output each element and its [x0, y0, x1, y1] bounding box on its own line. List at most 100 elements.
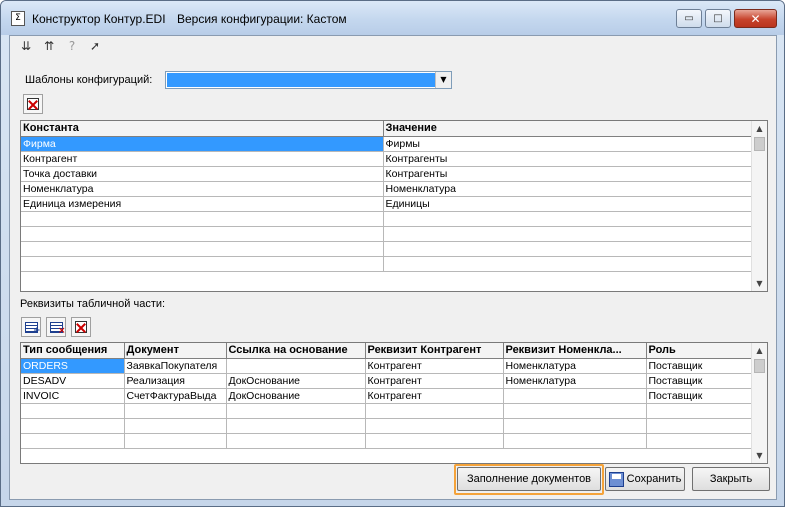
constants-cell[interactable]: Номенклатура: [383, 181, 753, 197]
column-header-base-link[interactable]: Ссылка на основание: [226, 343, 366, 359]
messages-cell[interactable]: ДокОснование: [226, 388, 366, 404]
messages-cell[interactable]: Поставщик: [646, 388, 753, 404]
scroll-up-icon[interactable]: ▲: [752, 121, 767, 136]
delete-template-button[interactable]: [23, 94, 43, 114]
fill-documents-button[interactable]: Заполнение документов: [457, 467, 601, 491]
messages-cell[interactable]: Номенклатура: [503, 373, 647, 389]
clear-table-button[interactable]: [71, 317, 91, 337]
messages-cell[interactable]: [124, 418, 227, 434]
constants-cell[interactable]: Фирмы: [383, 136, 753, 152]
constants-cell[interactable]: [21, 241, 384, 257]
messages-cell[interactable]: [226, 358, 366, 374]
chevron-down-icon[interactable]: ▼: [435, 72, 451, 88]
messages-cell[interactable]: Контрагент: [365, 388, 504, 404]
constants-cell[interactable]: Контрагенты: [383, 151, 753, 167]
constants-cell[interactable]: [21, 211, 384, 227]
messages-cell[interactable]: ORDERS: [21, 358, 125, 374]
messages-cell[interactable]: [365, 433, 504, 449]
messages-cell[interactable]: [365, 403, 504, 419]
messages-cell[interactable]: ДокОснование: [226, 373, 366, 389]
messages-scrollbar[interactable]: ▲ ▼: [751, 343, 767, 463]
messages-cell[interactable]: [21, 433, 125, 449]
messages-cell[interactable]: [646, 433, 753, 449]
constants-row[interactable]: Номенклатура Номенклатура: [21, 181, 753, 197]
messages-cell[interactable]: [646, 418, 753, 434]
messages-cell[interactable]: [646, 403, 753, 419]
save-button[interactable]: Сохранить: [605, 467, 685, 491]
constants-row[interactable]: Контрагент Контрагенты: [21, 151, 753, 167]
messages-cell[interactable]: [226, 433, 366, 449]
column-header-message-type[interactable]: Тип сообщения: [21, 343, 125, 359]
constants-row[interactable]: Фирма Фирмы: [21, 136, 753, 152]
constants-cell[interactable]: Контрагенты: [383, 166, 753, 182]
constants-cell[interactable]: [383, 241, 753, 257]
column-header-constant[interactable]: Константа: [21, 121, 384, 137]
messages-cell[interactable]: [503, 403, 647, 419]
close-window-button[interactable]: ✕: [734, 9, 777, 28]
add-row-button[interactable]: +: [21, 317, 41, 337]
messages-cell[interactable]: СчетФактураВыда: [124, 388, 227, 404]
messages-cell[interactable]: [503, 388, 647, 404]
constants-cell[interactable]: Точка доставки: [21, 166, 384, 182]
scrollbar-thumb[interactable]: [754, 137, 765, 151]
messages-cell[interactable]: [124, 403, 227, 419]
scroll-up-icon[interactable]: ▲: [752, 343, 767, 358]
messages-cell[interactable]: [365, 418, 504, 434]
messages-cell[interactable]: [21, 418, 125, 434]
messages-row[interactable]: DESADV Реализация ДокОснование Контрагент Но…: [21, 373, 753, 389]
scroll-down-icon[interactable]: ▼: [752, 448, 767, 463]
close-button[interactable]: Закрыть: [692, 467, 770, 491]
constants-cell[interactable]: [383, 226, 753, 242]
messages-cell[interactable]: [226, 403, 366, 419]
messages-cell[interactable]: Поставщик: [646, 373, 753, 389]
scroll-down-icon[interactable]: ▼: [752, 276, 767, 291]
column-header-document[interactable]: Документ: [124, 343, 227, 359]
constants-row[interactable]: [21, 226, 753, 242]
constants-cell[interactable]: Фирма: [21, 136, 384, 152]
messages-cell[interactable]: [503, 418, 647, 434]
messages-cell[interactable]: Поставщик: [646, 358, 753, 374]
messages-cell[interactable]: [226, 418, 366, 434]
constants-cell[interactable]: [383, 211, 753, 227]
constants-row[interactable]: [21, 211, 753, 227]
constants-cell[interactable]: [21, 226, 384, 242]
constants-cell[interactable]: Единицы: [383, 196, 753, 212]
messages-grid[interactable]: Тип сообщения Документ Ссылка на основан…: [20, 342, 768, 464]
column-header-counterparty-attr[interactable]: Реквизит Контрагент: [365, 343, 504, 359]
messages-cell[interactable]: INVOIC: [21, 388, 125, 404]
messages-cell[interactable]: Контрагент: [365, 358, 504, 374]
messages-cell[interactable]: DESADV: [21, 373, 125, 389]
constants-row[interactable]: Точка доставки Контрагенты: [21, 166, 753, 182]
maximize-button[interactable]: □: [705, 9, 731, 28]
messages-row[interactable]: [21, 418, 753, 434]
messages-cell[interactable]: ЗаявкаПокупателя: [124, 358, 227, 374]
load-config-icon[interactable]: ⇊: [18, 38, 34, 54]
minimize-button[interactable]: ▭: [676, 9, 702, 28]
column-header-value[interactable]: Значение: [383, 121, 753, 137]
constants-grid[interactable]: Константа Значение Фирма Фирмы Контрагент К…: [20, 120, 768, 292]
messages-cell[interactable]: Контрагент: [365, 373, 504, 389]
messages-row[interactable]: INVOIC СчетФактураВыда ДокОснование Контраг…: [21, 388, 753, 404]
save-config-icon[interactable]: ⇈: [41, 38, 57, 54]
constants-cell[interactable]: Контрагент: [21, 151, 384, 167]
help-icon[interactable]: ?: [64, 38, 80, 54]
delete-row-button[interactable]: ×: [46, 317, 66, 337]
column-header-nomenclature-attr[interactable]: Реквизит Номенкла...: [503, 343, 647, 359]
column-header-role[interactable]: Роль: [646, 343, 753, 359]
messages-cell[interactable]: [503, 433, 647, 449]
messages-row[interactable]: [21, 433, 753, 449]
messages-cell[interactable]: [124, 433, 227, 449]
constants-row[interactable]: Единица измерения Единицы: [21, 196, 753, 212]
constants-row[interactable]: [21, 241, 753, 257]
pointer-help-icon[interactable]: ➚: [87, 38, 103, 54]
messages-cell[interactable]: Номенклатура: [503, 358, 647, 374]
constants-cell[interactable]: [383, 256, 753, 272]
messages-cell[interactable]: [21, 403, 125, 419]
constants-cell[interactable]: Единица измерения: [21, 196, 384, 212]
messages-row[interactable]: [21, 403, 753, 419]
constants-cell[interactable]: Номенклатура: [21, 181, 384, 197]
title-bar[interactable]: Σ Конструктор Контур.EDI Версия конфигур…: [1, 1, 784, 35]
scrollbar-thumb[interactable]: [754, 359, 765, 373]
templates-combobox[interactable]: ▼: [165, 71, 452, 89]
constants-cell[interactable]: [21, 256, 384, 272]
